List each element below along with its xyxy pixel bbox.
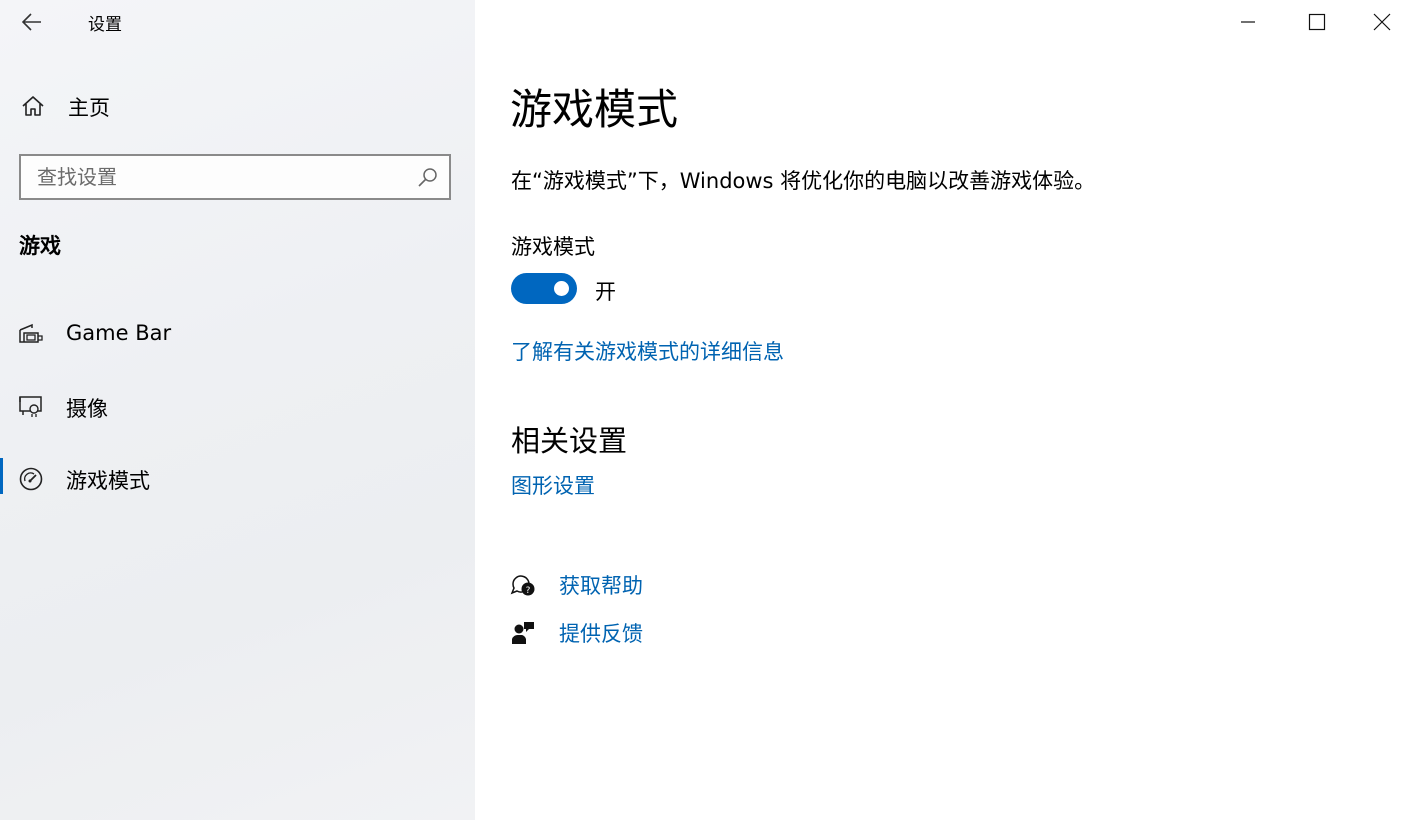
sidebar-item-home[interactable]: 主页	[0, 84, 475, 128]
page-description: 在“游戏模式”下，Windows 将优化你的电脑以改善游戏体验。	[511, 169, 1096, 193]
game-bar-icon	[19, 323, 43, 343]
svg-text:?: ?	[526, 586, 531, 596]
search-icon[interactable]	[417, 166, 439, 188]
learn-more-link[interactable]: 了解有关游戏模式的详细信息	[511, 336, 784, 366]
sidebar-item-label: 摄像	[66, 397, 108, 421]
game-mode-icon	[19, 467, 43, 491]
back-button[interactable]	[14, 6, 50, 38]
sidebar-item-game-bar[interactable]: Game Bar	[0, 309, 475, 359]
feedback-icon	[512, 622, 534, 644]
sidebar-item-label: Game Bar	[66, 321, 172, 345]
selection-indicator	[0, 458, 3, 494]
help-chat-icon: ?	[510, 575, 535, 596]
maximize-button[interactable]	[1283, 0, 1351, 44]
toggle-knob	[554, 281, 569, 296]
game-mode-setting-label: 游戏模式	[511, 235, 595, 259]
sidebar-item-label: 主页	[68, 96, 110, 120]
maximize-icon	[1308, 13, 1326, 31]
close-button[interactable]	[1348, 0, 1416, 44]
minimize-button[interactable]	[1214, 0, 1282, 44]
get-help-row[interactable]: ? 获取帮助	[510, 570, 710, 602]
feedback-link[interactable]: 提供反馈	[559, 618, 643, 648]
search-input[interactable]	[21, 156, 401, 198]
get-help-link[interactable]: 获取帮助	[559, 570, 643, 600]
graphics-settings-link[interactable]: 图形设置	[511, 470, 595, 500]
minimize-icon	[1241, 21, 1255, 23]
page-title: 游戏模式	[510, 85, 679, 134]
sidebar-item-label: 游戏模式	[66, 469, 150, 493]
toggle-state-label: 开	[595, 280, 616, 304]
home-icon	[22, 96, 44, 116]
sidebar-section-title: 游戏	[19, 234, 61, 258]
feedback-row[interactable]: 提供反馈	[510, 618, 710, 650]
sidebar-item-game-mode[interactable]: 游戏模式	[0, 453, 475, 503]
close-icon	[1373, 13, 1391, 31]
captures-icon	[19, 396, 42, 417]
sidebar: 设置 主页 游戏 Game Bar	[0, 0, 475, 820]
search-box	[19, 154, 451, 200]
app-title: 设置	[88, 15, 122, 35]
sidebar-item-captures[interactable]: 摄像	[0, 381, 475, 431]
settings-window: 设置 主页 游戏 Game Bar	[0, 0, 1416, 820]
game-mode-toggle[interactable]	[511, 273, 577, 304]
back-arrow-icon	[22, 13, 41, 31]
related-settings-title: 相关设置	[511, 424, 628, 458]
